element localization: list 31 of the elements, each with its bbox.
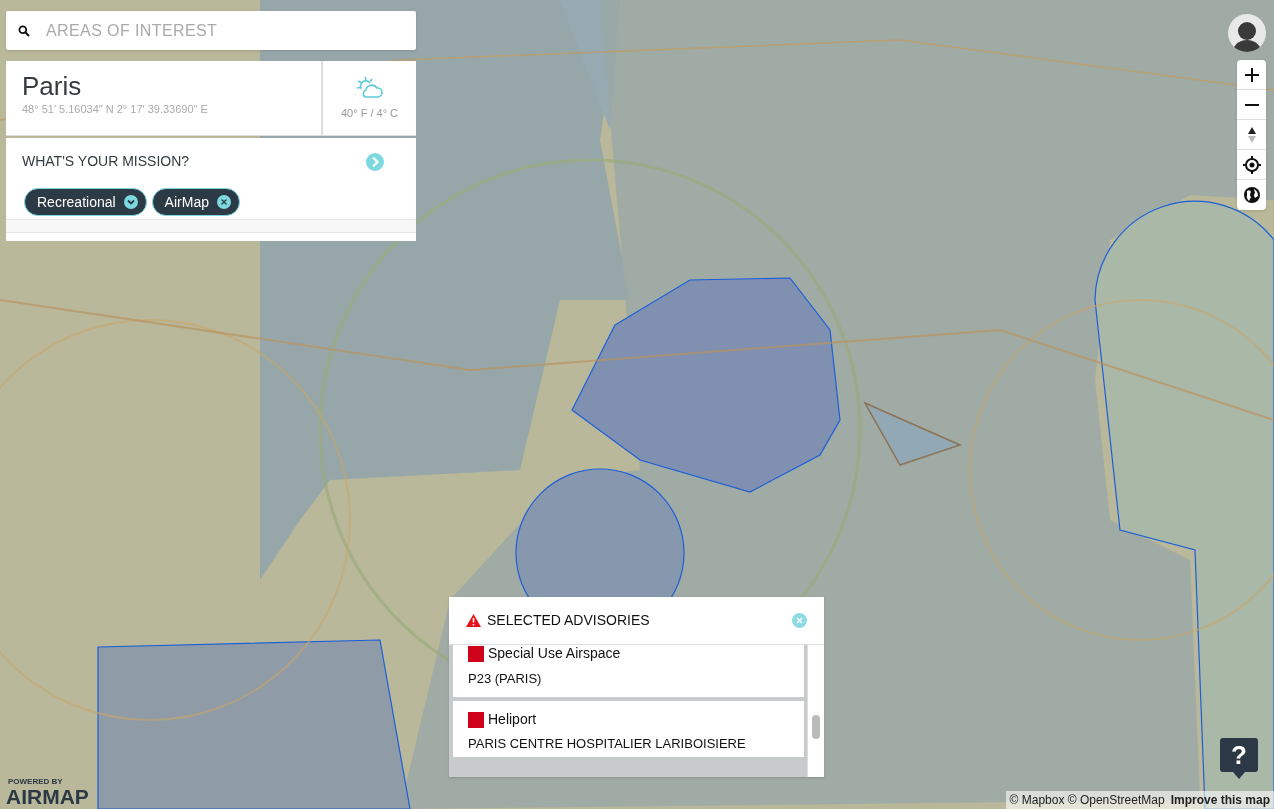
search-field[interactable]: AREAS OF INTEREST	[6, 11, 416, 50]
pointer-icon	[1233, 772, 1245, 779]
mission-chip[interactable]: AirMap	[151, 188, 240, 216]
advisory-name: P23 (PARIS)	[468, 670, 543, 687]
warning-icon	[466, 614, 481, 627]
coordinates: 48° 51′ 5.16034″ N 2° 17′ 39.33690″ E	[22, 101, 209, 117]
search-input[interactable]: AREAS OF INTEREST	[46, 18, 404, 43]
scrollbar-thumb[interactable]	[812, 715, 820, 739]
airmap-logo: AIRMAP	[6, 786, 89, 807]
compass-icon[interactable]	[1247, 126, 1256, 143]
mission-heading: WHAT'S YOUR MISSION?	[22, 152, 190, 171]
city-name: Paris	[22, 70, 83, 101]
advisory-name: PARIS CENTRE HOSPITALIER LARIBOISIERE	[468, 736, 747, 753]
advisory-card[interactable]: Special Use Airspace P23 (PARIS)	[453, 645, 804, 697]
zoom-out-icon[interactable]	[1244, 103, 1259, 106]
advisory-category: Special Use Airspace	[488, 645, 621, 663]
zoom-in-icon[interactable]	[1244, 67, 1259, 82]
advisory-card[interactable]: Heliport PARIS CENTRE HOSPITALIER LARIBOISIERE	[453, 700, 804, 757]
advisory-category: Heliport	[488, 710, 537, 729]
dropdown-icon	[123, 195, 138, 209]
map-credits: © Mapbox © OpenStreetMap	[1009, 792, 1165, 809]
powered-by-label: POWERED BY	[7, 778, 64, 786]
search-icon	[18, 24, 30, 37]
locate-icon[interactable]	[1242, 155, 1261, 174]
improve-map-link[interactable]: Improve this map	[1170, 791, 1270, 809]
temperature: 40° F / 4° C	[340, 105, 399, 121]
mission-chip[interactable]: Recreational	[24, 188, 147, 216]
globe-icon[interactable]	[1242, 186, 1261, 204]
remove-icon	[216, 195, 231, 209]
panel-title: SELECTED ADVISORIES	[487, 611, 650, 630]
partly-cloudy-icon	[354, 74, 385, 101]
